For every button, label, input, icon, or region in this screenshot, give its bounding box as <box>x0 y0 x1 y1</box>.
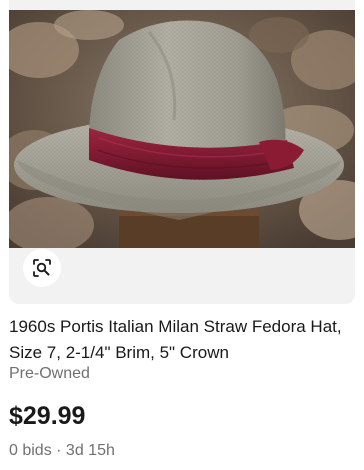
item-price: $29.99 <box>9 402 86 430</box>
listing-photo[interactable] <box>9 10 355 248</box>
separator-dot: · <box>51 442 66 459</box>
visual-search-button[interactable] <box>23 249 61 287</box>
cut-off-text-line <box>9 464 129 470</box>
listing-title[interactable]: 1960s Portis Italian Milan Straw Fedora … <box>9 314 355 366</box>
listing-card[interactable]: 1960s Portis Italian Milan Straw Fedora … <box>0 0 364 470</box>
bids-and-time: 0 bids · 3d 15h <box>9 442 115 460</box>
item-condition: Pre-Owned <box>9 365 90 382</box>
bid-count: 0 bids <box>9 442 52 459</box>
hat-image <box>9 10 355 248</box>
listing-image-container[interactable] <box>9 0 355 304</box>
visual-search-icon <box>33 259 51 277</box>
time-left: 3d 15h <box>65 442 115 459</box>
